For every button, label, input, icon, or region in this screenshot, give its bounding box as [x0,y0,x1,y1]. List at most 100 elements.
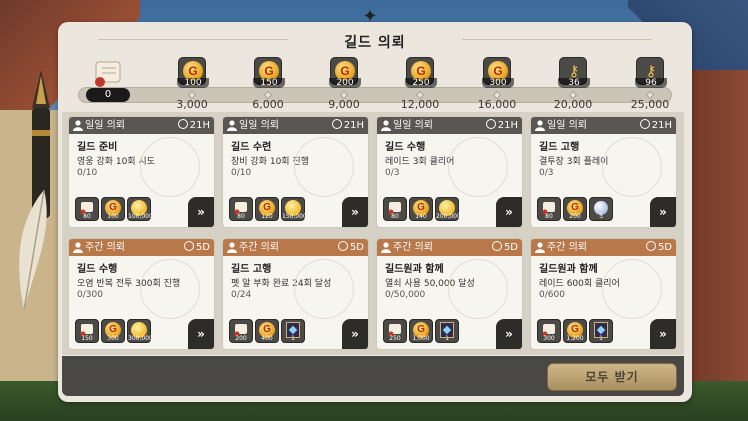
quest-card: 주간 의뢰 5D 길드원과 함께 레이드 600회 클리어 0/600 300 G 1,200… [530,238,677,350]
quill-decoration [19,190,47,310]
reward-amount: 140 [415,213,427,220]
quest-category-label: 주간 의뢰 [393,242,433,253]
quest-rewards: 80 G 140 200,000 [383,197,461,221]
milestone-reward-6[interactable]: ⚷ 36 [557,57,590,89]
quest-category-header: 일일 의뢰 21H [377,117,522,134]
reward-item-gold[interactable]: G 1,000 [409,319,433,343]
quest-timer-value: 5D [195,242,210,253]
reward-box: ⚷ 96 [635,57,667,88]
person-icon [227,242,237,253]
card-watermark [140,137,200,197]
page-title: 길드 의뢰 [344,35,406,51]
reward-item-book[interactable]: 1 [589,319,613,343]
reward-amount: 300,000 [128,335,153,342]
reward-box: G 200 [329,57,361,88]
reward-count: 36 [558,78,590,88]
go-to-quest-button[interactable]: » [342,197,368,227]
quest-timer-value: 5D [349,242,364,253]
person-icon [535,242,545,253]
quest-rewards: 300 G 1,200 1 [537,319,613,343]
reward-item-scroll[interactable]: 80 [229,197,253,221]
quest-timer: 5D [337,239,364,256]
reward-amount: 1 [599,335,603,342]
quest-timer: 21H [639,117,672,134]
quest-card: 일일 의뢰 21H 길드 준비 영웅 강화 10회 시도 0/10 80 G 100 100,0… [68,116,215,228]
reward-item-gold[interactable]: G 140 [409,197,433,221]
card-watermark [448,259,508,319]
reward-amount: 200 [235,335,247,342]
clock-icon [183,241,194,251]
reward-item-gold[interactable]: G 1,200 [563,319,587,343]
reward-item-coin[interactable]: 200,000 [435,197,461,221]
reward-item-gold[interactable]: G 200 [563,197,587,221]
go-to-quest-button[interactable]: » [188,319,214,349]
reward-amount: 120 [261,213,273,220]
person-icon [535,120,545,131]
go-to-quest-button[interactable]: » [650,319,676,349]
reward-item-gem[interactable]: 3 [589,197,613,221]
go-to-quest-button[interactable]: » [496,319,522,349]
reward-amount: 80 [545,213,553,220]
go-to-quest-button[interactable]: » [342,319,368,349]
quest-rewards: 80 G 120 150,000 [229,197,307,221]
reward-amount: 80 [391,213,399,220]
go-to-quest-button[interactable]: » [188,197,214,227]
reward-amount: 300 [543,335,555,342]
milestone-reward-3[interactable]: G 200 [328,57,361,89]
reward-amount: 150,000 [282,213,307,220]
quest-timer: 21H [485,117,518,134]
reward-amount: 250 [389,335,401,342]
milestone-reward-7[interactable]: ⚷ 96 [634,57,667,89]
quest-category-header: 주간 의뢰 5D [69,239,214,256]
person-icon [73,120,83,131]
reward-amount: 100,000 [128,213,153,220]
go-to-quest-button[interactable]: » [650,197,676,227]
milestone-label: 20,000 [553,98,593,111]
quest-rewards: 80 G 200 3 [537,197,613,221]
scroll-icon [95,61,121,87]
reward-amount: 400 [261,335,273,342]
quest-category-label: 일일 의뢰 [393,120,433,131]
reward-item-scroll[interactable]: 300 [537,319,561,343]
go-to-quest-button[interactable]: » [496,197,522,227]
quest-timer: 21H [177,117,210,134]
reward-item-scroll[interactable]: 80 [75,197,99,221]
claim-all-button[interactable]: 모두 받기 [547,363,677,391]
milestone-reward-2[interactable]: G 150 [252,57,285,89]
reward-item-book[interactable]: 1 [281,319,305,343]
person-icon [381,120,391,131]
reward-count: 96 [635,78,667,88]
quest-rewards: 250 G 1,000 1 [383,319,459,343]
quest-timer: 5D [183,239,210,256]
quest-card: 주간 의뢰 5D 길드 고행 펫 알 부화 완료 24회 달성 0/24 200 G 400 1… [222,238,369,350]
quest-timer-value: 21H [343,120,364,131]
reward-amount: 150 [81,335,93,342]
milestone-reward-1[interactable]: G 100 [176,57,209,89]
quest-timer-value: 21H [651,120,672,131]
reward-item-coin[interactable]: 300,000 [127,319,153,343]
reward-item-gold[interactable]: G 300 [101,319,125,343]
reward-count: 200 [329,78,361,88]
reward-item-book[interactable]: 1 [435,319,459,343]
reward-count: 300 [482,78,514,88]
reward-item-scroll[interactable]: 80 [537,197,561,221]
reward-item-scroll[interactable]: 80 [383,197,407,221]
quest-timer-value: 5D [503,242,518,253]
reward-item-scroll[interactable]: 200 [229,319,253,343]
quest-category-label: 주간 의뢰 [547,242,587,253]
milestone-reward-4[interactable]: G 250 [404,57,437,89]
reward-amount: 100 [107,213,119,220]
reward-item-gold[interactable]: G 400 [255,319,279,343]
reward-item-scroll[interactable]: 250 [383,319,407,343]
clock-icon [639,119,650,129]
quest-card: 일일 의뢰 21H 길드 고행 결투장 3회 플레이 0/3 80 G 200 3» [530,116,677,228]
reward-item-gold[interactable]: G 100 [101,197,125,221]
quest-timer-value: 5D [657,242,672,253]
reward-item-coin[interactable]: 100,000 [127,197,153,221]
reward-item-gold[interactable]: G 120 [255,197,279,221]
reward-amount: 200 [569,213,581,220]
milestone-reward-5[interactable]: G 300 [481,57,514,89]
reward-item-coin[interactable]: 150,000 [281,197,307,221]
reward-count: 100 [177,78,209,88]
reward-item-scroll[interactable]: 150 [75,319,99,343]
